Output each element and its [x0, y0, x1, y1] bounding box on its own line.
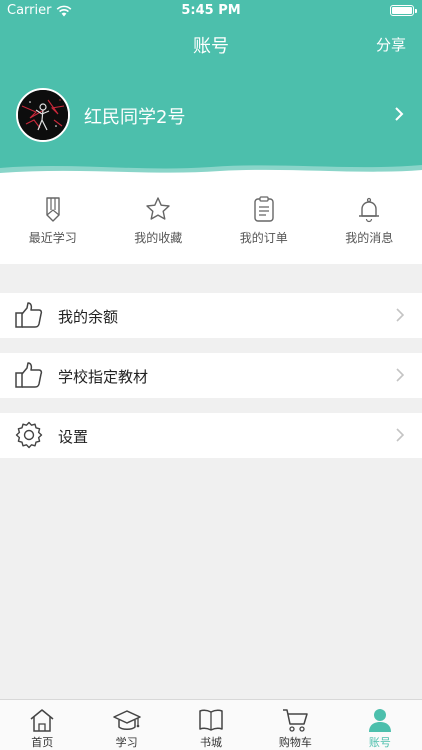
tab-label: 学习 — [115, 736, 138, 749]
profile-row[interactable]: 红民同学2号 — [0, 86, 422, 144]
tab-home[interactable]: 首页 — [0, 700, 84, 750]
quick-label: 我的消息 — [345, 231, 394, 245]
clipboard-icon — [254, 196, 274, 222]
tab-bar: 首页 学习 书城 购物车 账号 — [0, 699, 422, 750]
book-icon — [199, 709, 223, 731]
cart-icon — [283, 709, 309, 732]
battery-icon — [390, 5, 417, 16]
chevron-right-icon — [396, 308, 404, 322]
star-icon — [146, 197, 170, 220]
quick-label: 我的订单 — [239, 231, 288, 245]
tab-label: 购物车 — [278, 736, 312, 749]
tab-study[interactable]: 学习 — [84, 700, 168, 750]
menu-item-balance[interactable]: 我的余额 — [0, 293, 422, 338]
menu-label: 学校指定教材 — [58, 368, 149, 386]
header-wave — [0, 165, 422, 178]
home-icon — [30, 709, 54, 732]
tab-label: 首页 — [31, 736, 54, 749]
username: 红民同学2号 — [84, 107, 186, 128]
quick-favorites[interactable]: 我的收藏 — [106, 178, 212, 264]
status-bar: Carrier 5:45 PM — [0, 0, 422, 22]
gear-icon — [15, 421, 43, 449]
tab-label: 书城 — [200, 736, 223, 749]
thumbs-up-icon — [15, 302, 43, 328]
quick-label: 我的收藏 — [134, 231, 183, 245]
chevron-right-icon — [396, 428, 404, 442]
thumbs-up-icon — [15, 362, 43, 388]
page-title: 账号 — [193, 36, 229, 57]
chevron-right-icon — [395, 107, 404, 121]
menu-label: 设置 — [58, 428, 89, 446]
quick-messages[interactable]: 我的消息 — [317, 178, 422, 264]
menu-item-assigned-textbooks[interactable]: 学校指定教材 — [0, 353, 422, 398]
menu-item-settings[interactable]: 设置 — [0, 413, 422, 458]
status-time: 5:45 PM — [181, 3, 241, 18]
bell-icon — [359, 197, 380, 223]
user-icon — [368, 709, 391, 732]
graduation-cap-icon — [112, 710, 141, 730]
account-header: Carrier 5:45 PM 账号 分享 红民同学2号 — [0, 0, 422, 178]
quick-orders[interactable]: 我的订单 — [211, 178, 317, 264]
avatar — [16, 88, 70, 142]
tab-bookstore[interactable]: 书城 — [169, 700, 253, 750]
tab-label: 账号 — [368, 736, 391, 749]
chevron-right-icon — [396, 368, 404, 382]
menu-label: 我的余额 — [58, 308, 119, 326]
pencil-icon — [46, 197, 60, 222]
tab-account[interactable]: 账号 — [338, 700, 422, 750]
tab-cart[interactable]: 购物车 — [253, 700, 337, 750]
share-button[interactable]: 分享 — [376, 34, 406, 55]
quick-label: 最近学习 — [28, 231, 77, 245]
quick-recent-study[interactable]: 最近学习 — [0, 178, 106, 264]
quick-actions-bar: 最近学习 我的收藏 我的订单 我的消息 — [0, 178, 422, 264]
